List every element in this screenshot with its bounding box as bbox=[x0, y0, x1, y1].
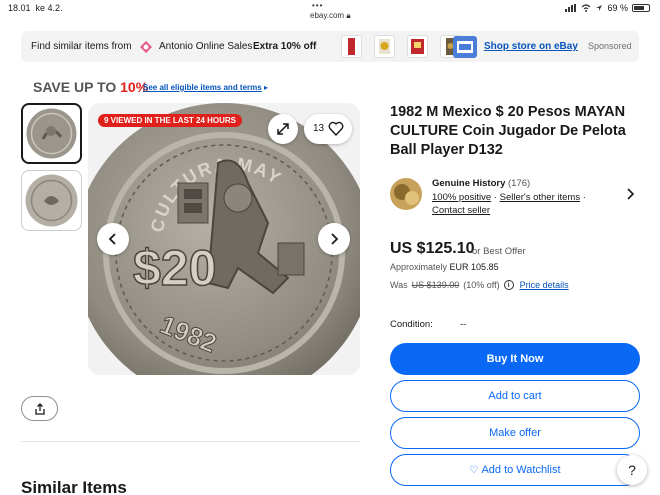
chevron-right-icon bbox=[331, 233, 339, 245]
expand-icon bbox=[277, 123, 289, 135]
viewed-badge: 9 VIEWED IN THE LAST 24 HOURS bbox=[98, 114, 243, 127]
seller-avatar[interactable] bbox=[390, 178, 422, 210]
add-to-cart-button[interactable]: Add to cart bbox=[390, 380, 640, 412]
banner-item-thumb[interactable] bbox=[407, 35, 428, 58]
watchlist-label: Add to Watchlist bbox=[481, 464, 561, 476]
next-image-button[interactable] bbox=[318, 223, 350, 255]
lock-icon: 🔒︎ bbox=[346, 11, 351, 20]
heart-icon bbox=[328, 121, 344, 136]
tab-dots-icon[interactable]: ••• bbox=[312, 1, 323, 10]
make-offer-button[interactable]: Make offer bbox=[390, 417, 640, 449]
banner-find-label: Find similar items from bbox=[31, 41, 132, 52]
watch-count: 13 bbox=[313, 123, 325, 134]
seller-info[interactable]: Genuine History (176) 100% positive · Se… bbox=[390, 178, 640, 218]
heart-icon: ♡ bbox=[469, 464, 479, 476]
condition-value: -- bbox=[460, 319, 467, 330]
add-to-watchlist-button[interactable]: ♡ Add to Watchlist bbox=[390, 454, 640, 486]
seller-logo-icon bbox=[140, 41, 152, 53]
was-price: US $139.00 bbox=[411, 280, 460, 290]
was-price-row: Was US $139.00 (10% off) i Price details bbox=[390, 280, 569, 290]
chevron-left-icon bbox=[108, 233, 116, 245]
status-bar: 18.01 ke 4.2. ••• ebay.com 🔒︎ 69 % bbox=[0, 0, 660, 22]
divider bbox=[21, 441, 360, 442]
eligible-items-link[interactable]: See all eligible items and terms bbox=[143, 83, 262, 92]
location-icon bbox=[596, 5, 603, 11]
status-time: 18.01 ke 4.2. bbox=[8, 3, 63, 13]
chevron-right-icon[interactable] bbox=[626, 188, 634, 200]
discount-label: (10% off) bbox=[463, 280, 500, 290]
seller-other-items-link[interactable]: Seller's other items bbox=[500, 192, 580, 203]
address-bar[interactable]: ebay.com 🔒︎ bbox=[310, 11, 351, 21]
share-button[interactable] bbox=[21, 396, 58, 421]
gallery-thumbnail[interactable] bbox=[21, 170, 82, 231]
item-title: 1982 M Mexico $ 20 Pesos MAYAN CULTURE C… bbox=[390, 104, 626, 158]
price-details-link[interactable]: Price details bbox=[520, 280, 569, 290]
seller-feedback-link[interactable]: 100% positive bbox=[432, 192, 491, 203]
sponsored-banner[interactable]: Find similar items from Antonio Online S… bbox=[21, 31, 639, 62]
seller-feedback-row: 100% positive · Seller's other items · bbox=[432, 192, 586, 203]
question-icon: ? bbox=[628, 462, 636, 478]
coin-value: $20 bbox=[133, 240, 216, 296]
share-icon bbox=[34, 402, 45, 415]
gallery-thumbnail[interactable] bbox=[21, 103, 82, 164]
signal-icon bbox=[565, 4, 577, 12]
watch-count-button[interactable]: 13 bbox=[304, 114, 352, 144]
shop-store-link[interactable]: Shop store on eBay bbox=[484, 41, 578, 52]
approx-price: Approximately EUR 105.85 bbox=[390, 262, 499, 272]
battery-label: 69 % bbox=[607, 3, 628, 13]
seller-name[interactable]: Genuine History (176) bbox=[432, 178, 530, 189]
wifi-icon bbox=[582, 4, 591, 12]
info-icon[interactable]: i bbox=[503, 280, 514, 290]
battery-icon bbox=[632, 4, 650, 12]
banner-item-thumb[interactable] bbox=[341, 35, 362, 58]
banner-seller-name[interactable]: Antonio Online Sales bbox=[159, 41, 252, 52]
contact-seller-link[interactable]: Contact seller bbox=[432, 205, 490, 216]
store-icon bbox=[453, 36, 477, 58]
best-offer-label: or Best Offer bbox=[472, 246, 526, 257]
similar-items-heading: Similar Items bbox=[21, 478, 127, 495]
banner-discount: Extra 10% off bbox=[253, 41, 317, 52]
triangle-right-icon: ▸ bbox=[264, 83, 269, 92]
sponsored-label: Sponsored bbox=[588, 41, 632, 51]
banner-item-thumb[interactable] bbox=[374, 35, 395, 58]
item-price: US $125.10 bbox=[390, 240, 475, 257]
expand-button[interactable] bbox=[268, 114, 298, 144]
help-button[interactable]: ? bbox=[617, 455, 647, 485]
condition-label: Condition: bbox=[390, 319, 433, 330]
status-right: 69 % bbox=[565, 3, 650, 13]
prev-image-button[interactable] bbox=[97, 223, 129, 255]
buy-it-now-button[interactable]: Buy It Now bbox=[390, 343, 640, 375]
save-up-to-promo: SAVE UP TO 10% bbox=[33, 79, 149, 95]
